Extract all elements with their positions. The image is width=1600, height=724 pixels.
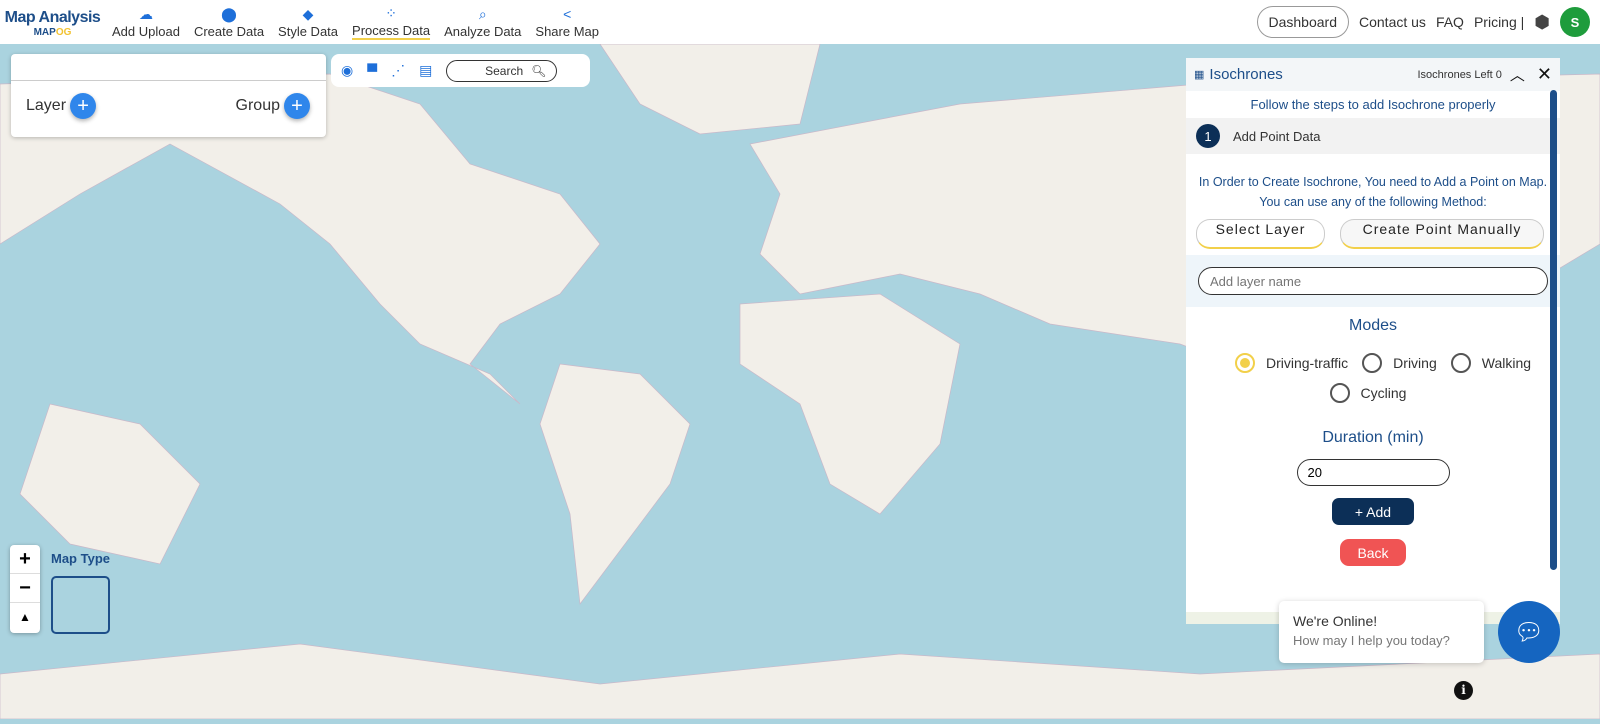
zoom-control: + − ▲ — [10, 545, 40, 633]
layer-name-input[interactable] — [1198, 267, 1548, 295]
top-navigation: Map Analysis MAPOG ☁ Add Upload ⬤ Create D… — [0, 0, 1600, 44]
zoom-in-button[interactable]: + — [10, 545, 40, 574]
chat-popup[interactable]: We're Online! How may I help you today? — [1279, 601, 1484, 663]
isochrones-left: Isochrones Left 0 — [1417, 68, 1502, 81]
nav-create-data[interactable]: ⬤ Create Data — [187, 0, 271, 44]
nav-label: Share Map — [535, 23, 599, 39]
chat-icon[interactable]: 💬︎ — [1498, 601, 1560, 663]
chat-title: We're Online! — [1293, 613, 1378, 629]
select-layer-button[interactable]: Select Layer — [1196, 219, 1325, 249]
nav-label: Style Data — [278, 23, 339, 39]
create-point-button[interactable]: Create Point Manually — [1340, 219, 1544, 249]
brand-logo[interactable]: Map Analysis MAPOG — [0, 7, 105, 38]
analyze-icon: ⌕ — [478, 5, 487, 22]
add-layer-button[interactable]: + — [70, 93, 97, 119]
mode-walking[interactable]: Walking — [1450, 353, 1532, 373]
mode-label: Cycling — [1360, 385, 1407, 401]
group-label: Group — [235, 97, 280, 115]
panel-subtitle: Follow the steps to add Isochrone proper… — [1250, 97, 1496, 112]
radio[interactable] — [1450, 353, 1471, 373]
map-type-label: Map Type — [51, 551, 110, 566]
measure-icon[interactable]: ⋰ — [391, 62, 405, 79]
dashboard-button[interactable]: Dashboard — [1256, 6, 1349, 38]
focus-icon[interactable]: ◉ — [341, 62, 353, 79]
comment-icon[interactable]: ▤ — [419, 62, 432, 79]
add-button[interactable]: + Add — [1332, 498, 1414, 525]
chat-subtitle: How may I help you today? — [1293, 633, 1450, 648]
paint-bucket-icon: ◆ — [302, 5, 314, 22]
step-number: 1 — [1196, 124, 1220, 148]
process-icon: ⁘ — [385, 4, 397, 21]
panel-title: Isochrones — [1209, 66, 1283, 83]
nav-label: Analyze Data — [444, 23, 522, 39]
modes-label: Modes — [1348, 317, 1398, 334]
nav-style-data[interactable]: ◆ Style Data — [271, 0, 345, 44]
nav-label: Add Upload — [112, 23, 180, 39]
mode-label: Driving — [1393, 355, 1437, 371]
search-label: Search — [485, 63, 524, 78]
pricing-link[interactable]: Pricing | — [1474, 14, 1524, 30]
add-group-button[interactable]: + — [284, 93, 310, 119]
mode-label: Driving-traffic — [1265, 355, 1349, 371]
layer-panel: Layer + Group + — [11, 54, 326, 137]
step-title: Add Point Data — [1233, 128, 1321, 144]
isochrones-panel: ▦ Isochrones Isochrones Left 0 ︿ ✕ Follo… — [1186, 58, 1560, 624]
radio[interactable] — [1329, 383, 1350, 403]
duration-input[interactable] — [1296, 459, 1450, 486]
back-button[interactable]: Back — [1340, 539, 1406, 566]
zoom-out-button[interactable]: − — [10, 574, 40, 603]
avatar[interactable]: S — [1560, 7, 1590, 37]
layer-label: Layer — [26, 97, 67, 115]
reset-north-button[interactable]: ▲ — [10, 603, 40, 632]
brand-title: Map Analysis — [4, 8, 101, 26]
mode-cycling[interactable]: Cycling — [1329, 383, 1407, 403]
step-add-point[interactable]: 1 Add Point Data — [1186, 118, 1560, 154]
nav-label: Create Data — [193, 23, 265, 39]
cloud-upload-icon: ☁ — [138, 5, 153, 22]
mode-driving[interactable]: Driving — [1362, 353, 1437, 373]
step-description: In Order to Create Isochrone, You need t… — [1198, 175, 1548, 209]
map-toolbar: ◉ ▀ ⋰ ▤ Search 🔍︎ — [331, 54, 590, 87]
nav-add-upload[interactable]: ☁ Add Upload — [105, 0, 187, 44]
search-icon: 🔍︎ — [531, 63, 547, 78]
nav-share-map[interactable]: < Share Map — [528, 0, 606, 44]
close-icon[interactable]: ✕ — [1537, 64, 1552, 85]
radio[interactable] — [1362, 353, 1383, 373]
faq-link[interactable]: FAQ — [1436, 14, 1464, 30]
mapog-logo: MAPOG — [33, 26, 72, 38]
isochrone-icon: ▦ — [1194, 69, 1205, 81]
nav-label: Process Data — [352, 22, 431, 40]
nav-process-data[interactable]: ⁘ Process Data — [345, 0, 437, 44]
mode-label: Walking — [1481, 355, 1532, 371]
map-pin-icon: ⬤ — [221, 5, 237, 22]
share-icon: < — [563, 5, 572, 22]
panel-scrollbar[interactable] — [1550, 90, 1557, 570]
collapse-icon[interactable]: ︿ — [1510, 64, 1525, 85]
search-button[interactable]: Search 🔍︎ — [446, 59, 558, 82]
mode-driving-traffic[interactable]: Driving-traffic — [1234, 353, 1349, 373]
cube-icon[interactable]: ⬢ — [1534, 12, 1550, 33]
print-icon[interactable]: ▀ — [367, 63, 377, 79]
info-icon[interactable]: i — [1454, 681, 1473, 700]
map-type-thumbnail[interactable] — [51, 576, 110, 634]
radio-selected[interactable] — [1234, 353, 1255, 373]
duration-label: Duration (min) — [1322, 429, 1424, 446]
nav-analyze-data[interactable]: ⌕ Analyze Data — [437, 0, 528, 44]
contact-link[interactable]: Contact us — [1359, 14, 1426, 30]
